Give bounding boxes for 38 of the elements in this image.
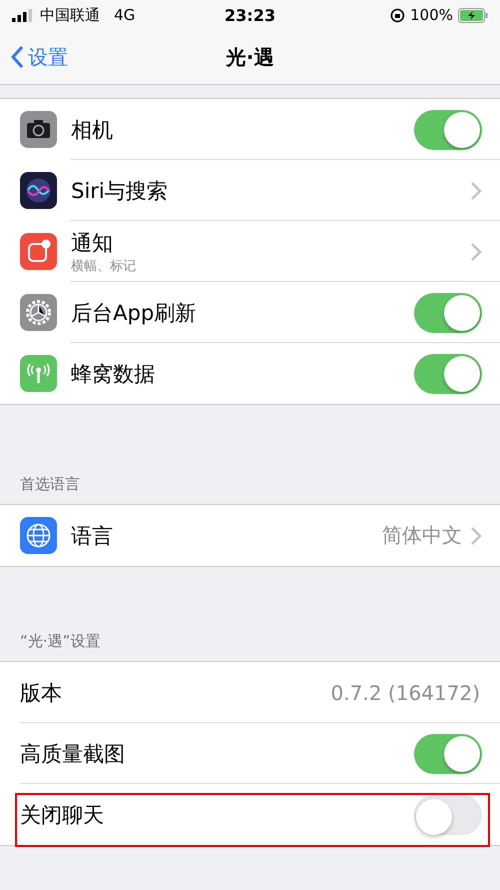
battery-percent: 100% xyxy=(410,6,454,24)
network-type: 4G xyxy=(114,6,136,24)
notification-icon xyxy=(20,233,57,270)
toggle-switch[interactable] xyxy=(414,292,482,332)
chevron-icon xyxy=(470,242,482,262)
section-header: 首选语言 xyxy=(19,475,81,495)
back-chevron-icon xyxy=(10,45,24,69)
page-title: 光·遇 xyxy=(226,44,274,70)
setting-label: Siri与搜索 xyxy=(71,178,169,204)
rotation-lock-icon xyxy=(390,8,406,22)
setting-label: 版本 xyxy=(20,680,63,706)
back-button[interactable]: 设置 xyxy=(0,44,78,70)
setting-label: 高质量截图 xyxy=(20,740,126,768)
setting-label: 相机 xyxy=(71,116,114,144)
antenna-icon xyxy=(20,355,57,392)
toggle-switch[interactable] xyxy=(414,110,482,150)
setting-value: 简体中文 xyxy=(382,522,462,549)
chevron-icon xyxy=(470,180,482,200)
status-time: 23:23 xyxy=(224,6,276,24)
camera-icon xyxy=(20,111,57,148)
setting-label: 后台App刷新 xyxy=(71,300,198,326)
signal-icon xyxy=(12,8,34,22)
globe-icon xyxy=(20,517,57,554)
section-header: “光·遇”设置 xyxy=(19,632,102,652)
setting-label: 语言 xyxy=(71,522,114,550)
setting-label: 通知 xyxy=(71,230,114,256)
toggle-switch[interactable] xyxy=(414,734,482,774)
toggle-switch[interactable] xyxy=(414,354,482,394)
setting-label: 关闭聊天 xyxy=(20,802,105,828)
setting-subtitle: 横幅、标记 xyxy=(71,258,137,274)
siri-icon xyxy=(20,172,57,209)
toggle-switch[interactable] xyxy=(414,794,482,834)
setting-label: 蜂窝数据 xyxy=(71,360,156,388)
battery-charging-icon xyxy=(458,8,488,22)
carrier-name: 中国联通 xyxy=(40,6,100,24)
gear-icon xyxy=(20,294,57,331)
chevron-icon xyxy=(470,526,482,546)
setting-value: 0.7.2 (164172) xyxy=(330,680,480,704)
